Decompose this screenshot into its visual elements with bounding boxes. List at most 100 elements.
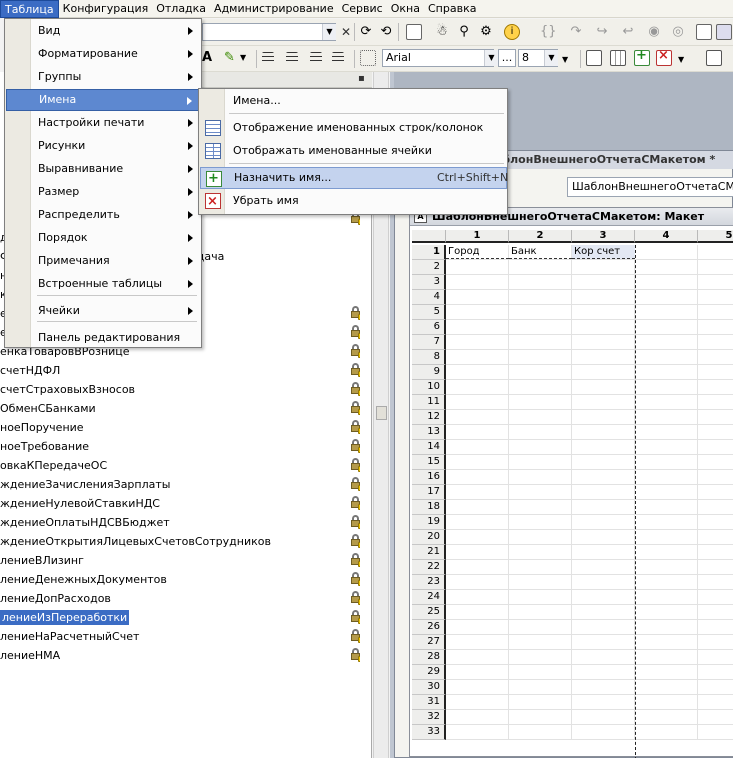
tree-item[interactable]: лениеНМА [0, 646, 360, 665]
row-header[interactable]: 28 [412, 650, 446, 665]
row-header[interactable]: 15 [412, 455, 446, 470]
menu-windows[interactable]: Окна [387, 0, 424, 18]
step-icon[interactable]: ↷ [568, 24, 584, 40]
menu-item-9[interactable]: Распределить [6, 204, 201, 226]
menu-configuration[interactable]: Конфигурация [59, 0, 153, 18]
row-header[interactable]: 12 [412, 410, 446, 425]
row-header[interactable]: 18 [412, 500, 446, 515]
row-header[interactable]: 32 [412, 710, 446, 725]
column-header[interactable]: 1 [446, 230, 509, 243]
toolbar-more-icon[interactable]: ▼ [678, 52, 694, 68]
submenu-item-4[interactable]: Назначить имя... Ctrl+Shift+N [200, 167, 508, 189]
menu-item-5[interactable]: Настройки печати [6, 112, 201, 134]
grid-row[interactable] [446, 410, 733, 425]
search-combo[interactable] [202, 23, 336, 41]
font-name-dropdown-icon[interactable]: ▼ [484, 50, 498, 66]
tree-item[interactable]: ждениеОткрытияЛицевыхСчетовСотрудников [0, 532, 360, 551]
tree-item[interactable]: ждениеОплатыНДСВБюджет [0, 513, 360, 532]
row-header[interactable]: 10 [412, 380, 446, 395]
column-header[interactable]: 2 [509, 230, 572, 243]
grid-row[interactable] [446, 680, 733, 695]
row-header[interactable]: 4 [412, 290, 446, 305]
grid-row[interactable] [446, 395, 733, 410]
menu-item-3[interactable]: Группы [6, 66, 201, 88]
delete-icon[interactable] [656, 48, 672, 66]
align-left-icon[interactable] [262, 52, 274, 64]
grid-icon[interactable] [586, 50, 602, 66]
tree-item[interactable]: овкаКПередачеОС [0, 456, 360, 475]
report-name-field[interactable]: ШаблонВнешнегоОтчетаСМакетом [567, 177, 733, 197]
submenu-item-3[interactable]: Отображать именованные ячейки [200, 140, 507, 162]
bracket-icon[interactable]: {} [540, 24, 557, 40]
grid-row[interactable] [446, 470, 733, 485]
grid-row[interactable] [446, 635, 733, 650]
menu-item-4[interactable]: Имена [6, 89, 201, 111]
submenu-item-1[interactable]: Имена... [200, 90, 507, 112]
more-options-icon[interactable]: ▼ [562, 52, 578, 68]
grid-row[interactable] [446, 530, 733, 545]
tree-item[interactable]: лениеИзПереработки [0, 608, 360, 627]
tree-item[interactable]: ноеПоручение [0, 418, 360, 437]
row-header[interactable]: 25 [412, 605, 446, 620]
tree-item[interactable]: лениеДенежныхДокументов [0, 570, 360, 589]
font-color-icon[interactable]: A [202, 50, 218, 66]
panel-pin-icon[interactable]: ▪ [358, 73, 365, 84]
step-over-icon[interactable]: ↪ [594, 24, 610, 40]
debug-icon[interactable]: ☃ [434, 24, 450, 40]
grid-row[interactable] [446, 545, 733, 560]
tree-item[interactable]: ОбменСБанками [0, 399, 360, 418]
menu-table[interactable]: Таблица [0, 0, 59, 18]
insert-icon[interactable] [634, 48, 650, 66]
row-header[interactable]: 16 [412, 470, 446, 485]
search-objects-icon[interactable]: ⚲ [456, 24, 472, 40]
row-header[interactable]: 8 [412, 350, 446, 365]
menu-item-1[interactable]: Вид [6, 20, 201, 42]
properties-icon[interactable] [716, 24, 732, 40]
row-header[interactable]: 3 [412, 275, 446, 290]
highlight-color-icon[interactable]: ✎ [224, 50, 240, 66]
tree-item[interactable]: лениеНаРасчетныйСчет [0, 627, 360, 646]
font-name-field[interactable]: Arial [382, 49, 494, 67]
submenu-item-5[interactable]: Убрать имя [200, 190, 507, 213]
menu-item-14[interactable]: Панель редактирования [6, 327, 201, 349]
find-prev-icon[interactable]: ⟲ [378, 24, 394, 40]
submenu-item-2[interactable]: Отображение именованных строк/колонок [200, 117, 507, 139]
row-header[interactable]: 31 [412, 695, 446, 710]
menu-help[interactable]: Справка [424, 0, 480, 18]
row-header[interactable]: 2 [412, 260, 446, 275]
align-center-icon[interactable] [286, 52, 298, 64]
help-window-icon[interactable] [696, 24, 712, 40]
step-out-icon[interactable]: ↩ [620, 24, 636, 40]
menu-item-13[interactable]: Ячейки [6, 300, 201, 322]
window-icon[interactable] [406, 24, 422, 40]
row-header[interactable]: 26 [412, 620, 446, 635]
grid-row[interactable] [446, 695, 733, 710]
row-header[interactable]: 5 [412, 305, 446, 320]
search-tools-icon[interactable]: ⚙ [478, 24, 494, 40]
column-header[interactable]: 4 [635, 230, 698, 243]
grid-row[interactable] [446, 335, 733, 350]
font-picker-button[interactable]: ... [498, 49, 516, 67]
grid-row[interactable] [446, 365, 733, 380]
spreadsheet-grid[interactable]: 1 2 3 4 5 1 2 3 4 5 6 7 8 9 10 11 12 13 14 15 16 17 18 19 20 21 22… [412, 230, 733, 758]
menu-item-2[interactable]: Форматирование [6, 43, 201, 65]
row-header[interactable]: 14 [412, 440, 446, 455]
breakpoint-icon[interactable]: ◉ [646, 24, 662, 40]
header-cell[interactable]: Банк [509, 245, 572, 259]
grid-row[interactable] [446, 665, 733, 680]
grid-row[interactable] [446, 500, 733, 515]
align-right-icon[interactable] [310, 52, 322, 64]
view-icon[interactable] [706, 50, 722, 66]
row-header[interactable]: 9 [412, 365, 446, 380]
menu-item-6[interactable]: Рисунки [6, 135, 201, 157]
menu-service[interactable]: Сервис [338, 0, 387, 18]
row-header[interactable]: 21 [412, 545, 446, 560]
grid-row[interactable] [446, 590, 733, 605]
row-header[interactable]: 19 [412, 515, 446, 530]
grid-corner[interactable] [412, 230, 446, 243]
align-justify-icon[interactable] [332, 52, 344, 64]
grid-row[interactable] [446, 725, 733, 740]
search-dropdown-icon[interactable]: ▼ [322, 24, 336, 40]
menu-item-11[interactable]: Примечания [6, 250, 201, 272]
column-header[interactable]: 5 [698, 230, 733, 243]
